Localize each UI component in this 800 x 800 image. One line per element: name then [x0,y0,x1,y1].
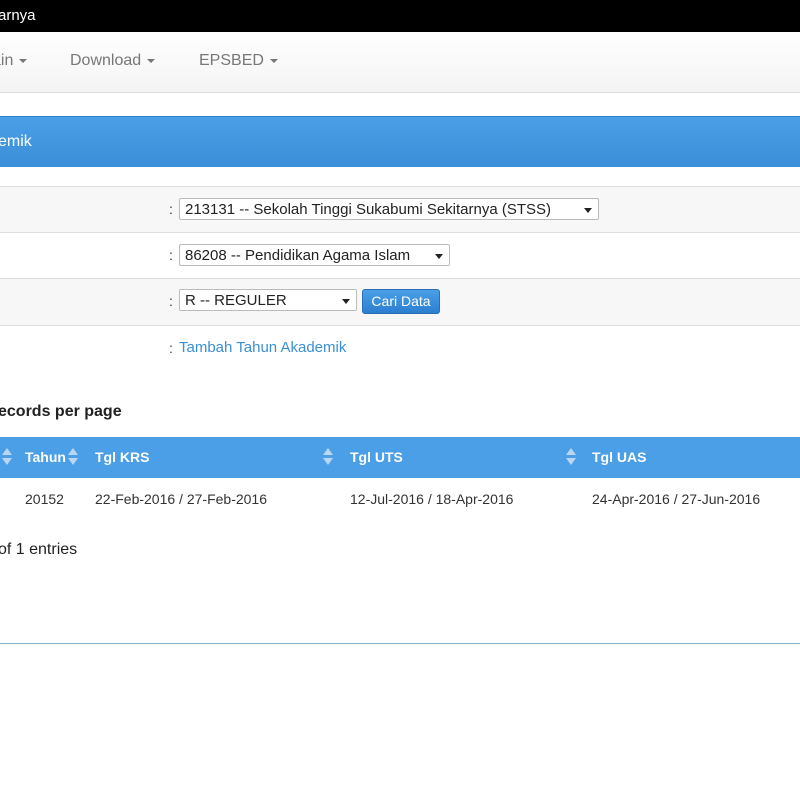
panel-heading: emik [0,116,800,167]
cell-tahun: 20152 [25,491,64,507]
panel-bottom-border [0,643,800,644]
perguruan-tinggi-value: 213131 -- Sekolah Tinggi Sukabumi Sekita… [185,201,552,218]
app-window: arnya ain Download EPSBED emik : 213131 … [0,0,800,800]
panel-title: emik [0,133,32,150]
nav-menu-epsbed-label: EPSBED [199,52,264,69]
perguruan-tinggi-select[interactable]: 213131 -- Sekolah Tinggi Sukabumi Sekita… [179,198,599,220]
sort-icon[interactable] [2,448,12,466]
cell-tgl-uts: 12-Jul-2016 / 18-Apr-2016 [350,491,514,507]
cell-tgl-krs: 22-Feb-2016 / 27-Feb-2016 [95,491,267,507]
caret-down-icon [147,58,156,63]
add-academic-year-link[interactable]: Tambah Tahun Akademik [179,339,346,356]
column-header-tgl-krs[interactable]: Tgl KRS [95,449,149,465]
nav-menu-main[interactable]: ain [0,52,28,70]
kelas-value: R -- REGULER [185,292,287,309]
nav-menu-download[interactable]: Download [70,52,156,70]
colon-separator: : [169,340,173,356]
nav-menu-main-label: ain [0,52,14,69]
records-per-page-label: ecords per page [0,403,122,420]
filter-row-perguruan-tinggi: : 213131 -- Sekolah Tinggi Sukabumi Seki… [0,186,800,232]
cell-tgl-uas: 24-Apr-2016 / 27-Jun-2016 [592,491,761,507]
nav-menu-download-label: Download [70,52,142,69]
colon-separator: : [169,247,173,263]
filter-row-add: : Tambah Tahun Akademik [0,325,800,371]
sort-icon[interactable] [68,448,78,466]
colon-separator: : [169,293,173,309]
table-row: 20152 22-Feb-2016 / 27-Feb-2016 12-Jul-2… [0,478,800,522]
kelas-select[interactable]: R -- REGULER [179,289,357,311]
sort-icon[interactable] [566,448,576,466]
table-header: Tahun Tgl KRS Tgl UTS Tgl UAS [0,437,800,478]
colon-separator: : [169,201,173,217]
program-studi-select[interactable]: 86208 -- Pendidikan Agama Islam [179,244,450,266]
dropdown-arrow-icon [584,208,592,213]
caret-down-icon [19,58,28,63]
column-header-tahun[interactable]: Tahun [25,449,66,465]
filter-row-program-studi: : 86208 -- Pendidikan Agama Islam [0,232,800,278]
filter-row-kelas: : R -- REGULER Cari Data [0,278,800,325]
nav-menu-epsbed[interactable]: EPSBED [199,52,278,70]
top-navbar: ain Download EPSBED [0,32,800,93]
dropdown-arrow-icon [435,254,443,259]
program-studi-value: 86208 -- Pendidikan Agama Islam [185,247,411,264]
sort-icon[interactable] [323,448,333,466]
window-titlebar: arnya [0,0,800,32]
dropdown-arrow-icon [342,299,350,304]
table-info: of 1 entries [0,541,78,558]
caret-down-icon [269,58,278,63]
window-title: arnya [0,7,36,24]
column-header-tgl-uts[interactable]: Tgl UTS [350,449,403,465]
search-button[interactable]: Cari Data [362,289,440,314]
column-header-tgl-uas[interactable]: Tgl UAS [592,449,646,465]
